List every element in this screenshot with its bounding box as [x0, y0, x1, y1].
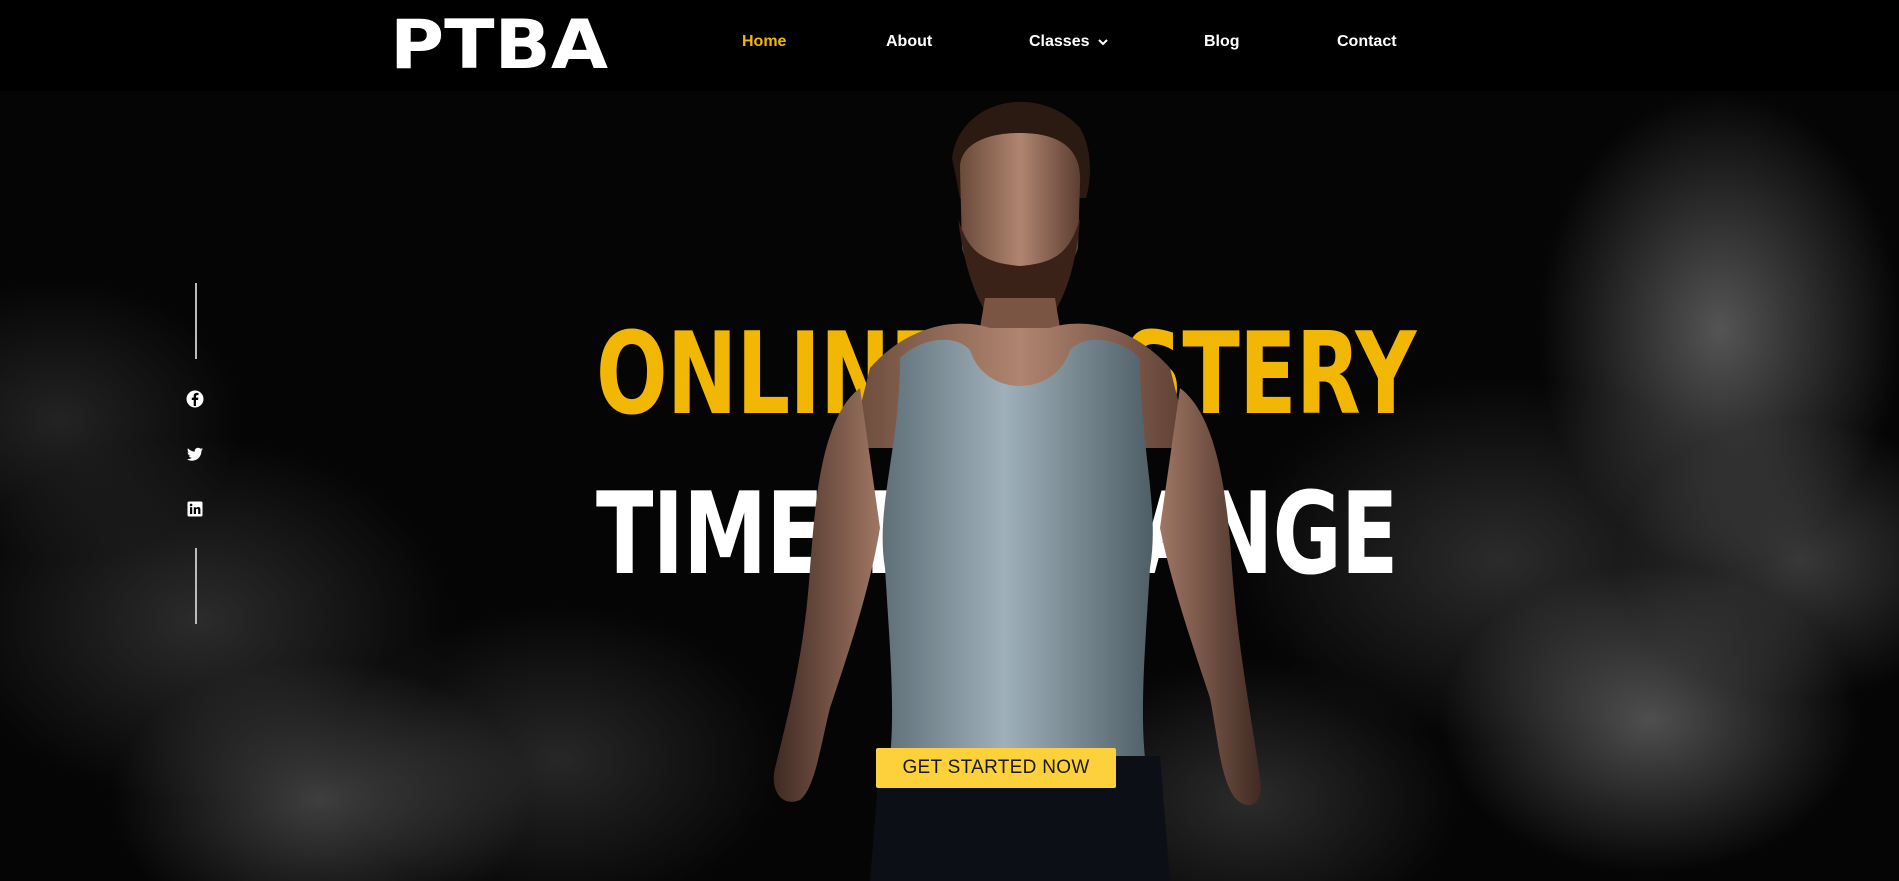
facebook-icon[interactable]	[185, 389, 205, 409]
nav-blog-label: Blog	[1204, 33, 1240, 50]
nav-home-label: Home	[742, 33, 787, 50]
nav-classes[interactable]: Classes	[1029, 30, 1108, 54]
linkedin-icon[interactable]	[185, 499, 205, 519]
nav-contact[interactable]: Contact	[1337, 30, 1397, 54]
nav-contact-label: Contact	[1337, 33, 1397, 50]
logo[interactable]: PTBA	[388, 12, 610, 74]
nav-home[interactable]: Home	[742, 30, 786, 54]
nav-blog[interactable]: Blog	[1204, 30, 1240, 54]
get-started-button[interactable]: GET STARTED NOW	[876, 748, 1116, 788]
page: PTBA Home About Classes Blog Contact ONL…	[0, 0, 1899, 881]
twitter-icon[interactable]	[185, 444, 205, 464]
site-header: PTBA Home About Classes Blog Contact	[0, 0, 1899, 91]
svg-text:PTBA: PTBA	[390, 12, 608, 74]
nav-about[interactable]: About	[886, 30, 932, 54]
chevron-down-icon	[1097, 39, 1108, 46]
nav-classes-label: Classes	[1029, 33, 1090, 50]
social-divider-bottom	[195, 548, 197, 624]
nav-about-label: About	[886, 33, 933, 50]
social-divider-top	[195, 283, 197, 359]
